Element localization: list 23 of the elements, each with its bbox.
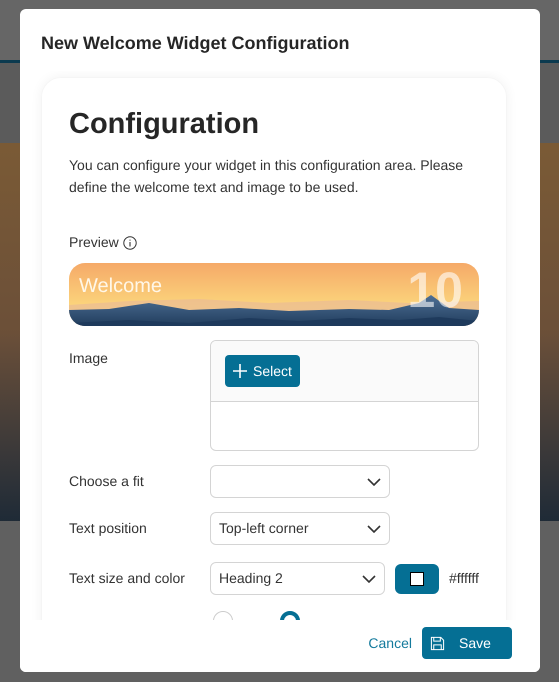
card-description: You can configure your widget in this configuration area. Please define the welcome text and image to be used. — [69, 156, 464, 197]
field-label: Choose a fit — [69, 472, 145, 491]
chevron-down-icon — [367, 524, 381, 532]
preview-label: Preview — [69, 233, 119, 252]
save-button[interactable]: Save — [422, 627, 512, 659]
field-label: Image — [69, 349, 109, 368]
field-label: Text position — [69, 519, 148, 538]
welcome-text: Welcome — [79, 274, 162, 299]
cancel-button[interactable]: Cancel — [368, 632, 412, 654]
banner-number: 10 — [407, 263, 463, 317]
info-icon — [122, 236, 137, 250]
chevron-down-icon — [367, 478, 381, 486]
field-label: Text size and color — [69, 569, 186, 588]
dropdown-field[interactable]: Top-left corner — [210, 512, 390, 545]
card-heading: Configuration — [69, 107, 260, 142]
dropdown-field[interactable]: Heading 2 — [210, 562, 385, 595]
color-picker-button[interactable] — [395, 564, 439, 594]
chevron-down-icon — [362, 574, 376, 582]
plus-icon — [233, 364, 247, 378]
color-value: #ffffff — [449, 569, 479, 588]
dialog-title: New Welcome Widget Configuration — [40, 32, 351, 55]
select-button[interactable]: Select — [225, 355, 300, 387]
dropdown-field[interactable] — [210, 465, 390, 498]
